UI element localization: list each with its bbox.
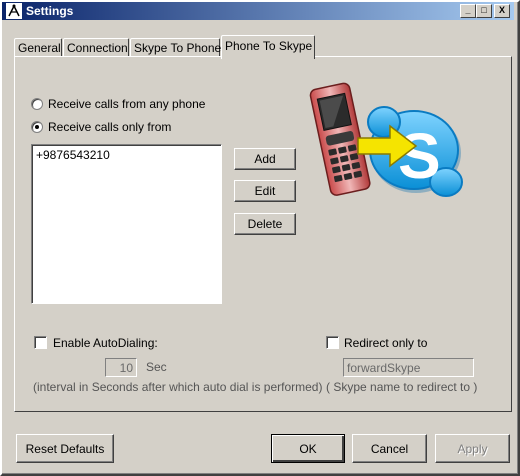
tab-label: Phone To Skype: [225, 39, 313, 53]
close-icon: X: [498, 5, 505, 15]
phone-to-skype-icon: S: [309, 82, 463, 197]
tab-label: Skype To Phone: [134, 41, 222, 55]
tab-skype-to-phone[interactable]: Skype To Phone: [130, 38, 222, 57]
svg-text:S: S: [398, 120, 441, 192]
ok-button[interactable]: OK: [271, 434, 345, 463]
window-title: Settings: [26, 4, 74, 18]
minimize-icon: _: [465, 5, 471, 15]
close-button[interactable]: X: [494, 4, 510, 18]
maximize-icon: □: [481, 5, 487, 15]
cancel-button[interactable]: Cancel: [352, 434, 427, 463]
maximize-button[interactable]: □: [476, 4, 492, 18]
tab-general[interactable]: General: [14, 38, 62, 57]
app-icon: [6, 3, 22, 19]
tab-phone-to-skype[interactable]: Phone To Skype: [221, 35, 315, 59]
minimize-button[interactable]: _: [460, 4, 476, 18]
tab-label: Connection: [67, 41, 128, 55]
tab-label: General: [18, 41, 61, 55]
apply-button[interactable]: Apply: [435, 434, 510, 463]
reset-defaults-button[interactable]: Reset Defaults: [16, 434, 114, 463]
tab-connection[interactable]: Connection: [63, 38, 129, 57]
title-bar[interactable]: Settings _ □ X: [2, 2, 514, 20]
